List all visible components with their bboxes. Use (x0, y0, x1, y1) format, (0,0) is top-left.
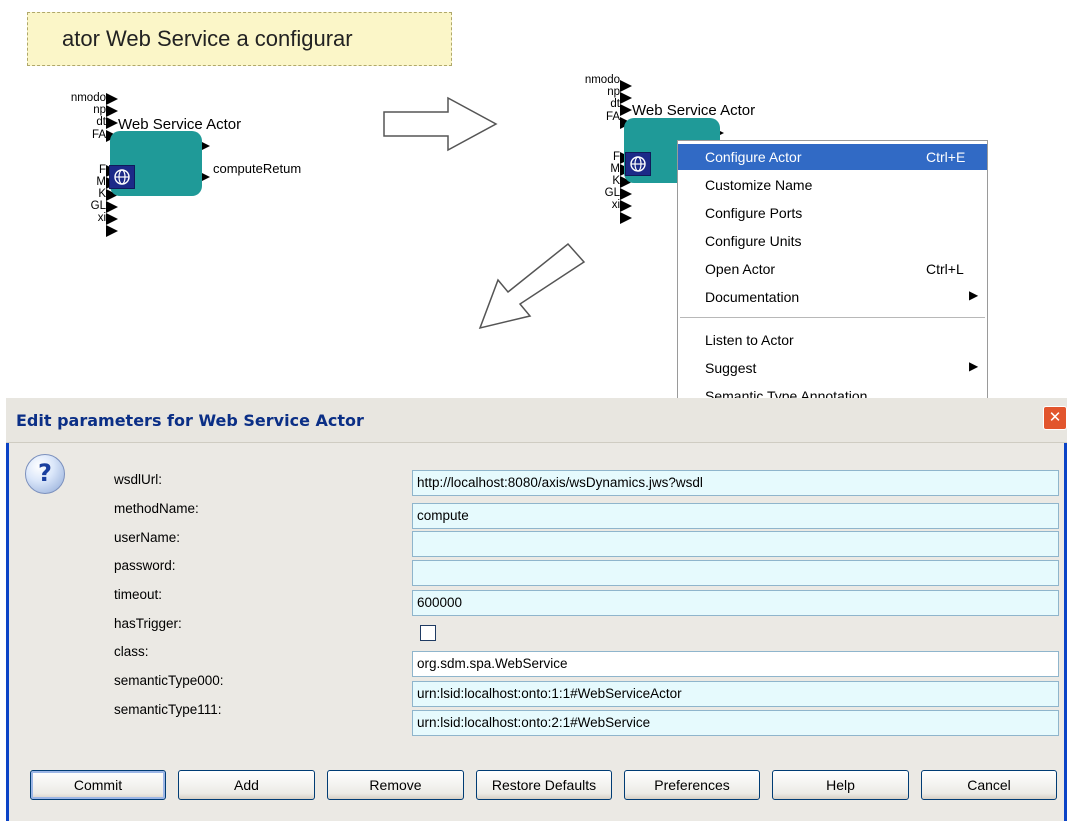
menu-item-configure-ports[interactable]: Configure Ports (678, 200, 987, 226)
semantictype111-field[interactable]: urn:lsid:localhost:onto:2:1#WebService (412, 710, 1059, 736)
actor-right-title: Web Service Actor (632, 102, 756, 119)
restore-defaults-button[interactable]: Restore Defaults (476, 770, 612, 800)
menu-item-shortcut: Ctrl+E (926, 149, 966, 165)
port-label: xi (611, 199, 620, 211)
param-label-hastrigger: hasTrigger: (114, 616, 182, 631)
close-button[interactable]: ✕ (1043, 406, 1067, 430)
port-label: GL (90, 200, 106, 212)
port-label: dt (610, 98, 620, 110)
question-icon: ? (25, 454, 65, 494)
port-label: F (612, 151, 620, 163)
password-field[interactable] (412, 560, 1059, 586)
menu-item-label: Documentation (705, 289, 800, 305)
dialog-title: Edit parameters for Web Service Actor (16, 411, 364, 430)
right-arrow-icon (383, 96, 498, 152)
port-label: F (98, 164, 106, 176)
param-label-wsdlurl: wsdlUrl: (114, 472, 163, 487)
param-label-class: class: (114, 644, 149, 659)
add-button[interactable]: Add (178, 770, 315, 800)
menu-item-label: Customize Name (705, 177, 813, 193)
port-label: np (93, 104, 106, 116)
globe-icon (625, 152, 651, 176)
menu-item-label: Configure Ports (705, 205, 803, 221)
semantictype000-field[interactable]: urn:lsid:localhost:onto:1:1#WebServiceAc… (412, 681, 1059, 707)
menu-item-suggest[interactable]: Suggest ▶ (678, 355, 987, 381)
preferences-button[interactable]: Preferences (624, 770, 760, 800)
menu-item-label: Configure Actor (705, 149, 802, 165)
port-label: nmodo (584, 74, 620, 86)
username-field[interactable] (412, 531, 1059, 557)
param-label-timeout: timeout: (114, 587, 163, 602)
param-label-password: password: (114, 558, 176, 573)
submenu-arrow-icon: ▶ (969, 359, 979, 373)
menu-item-shortcut: Ctrl+L (926, 261, 964, 277)
port-label: np (607, 86, 620, 98)
port-label: M (96, 176, 106, 188)
methodname-field[interactable]: compute (412, 503, 1059, 529)
port-label: M (610, 163, 620, 175)
menu-item-listen-to-actor[interactable]: Listen to Actor (678, 327, 987, 353)
menu-item-configure-actor[interactable]: Configure Actor Ctrl+E (678, 144, 987, 170)
menu-item-documentation[interactable]: Documentation ▶ (678, 284, 987, 310)
dialog-titlebar[interactable]: Edit parameters for Web Service Actor ✕ (6, 398, 1067, 443)
menu-separator (680, 317, 985, 318)
menu-item-open-actor[interactable]: Open Actor Ctrl+L (678, 256, 987, 282)
edit-parameters-dialog: Edit parameters for Web Service Actor ✕ … (6, 398, 1067, 821)
submenu-arrow-icon: ▶ (969, 288, 979, 302)
port-label: FA (605, 111, 620, 123)
menu-item-label: Listen to Actor (705, 332, 794, 348)
port-label: dt (96, 116, 106, 128)
param-label-semantictype000: semanticType000: (114, 673, 224, 688)
actor-left-title: Web Service Actor (118, 116, 242, 133)
port-label: GL (604, 187, 620, 199)
wsdlurl-field[interactable]: http://localhost:8080/axis/wsDynamics.jw… (412, 470, 1059, 496)
globe-icon (109, 165, 135, 189)
port-label: FA (91, 129, 106, 141)
port-label: nmodo (70, 92, 106, 104)
commit-button[interactable]: Commit (30, 770, 166, 800)
param-label-semantictype111: semanticType111: (114, 702, 222, 717)
hastrigger-checkbox[interactable] (420, 625, 436, 641)
port-label: K (98, 188, 106, 200)
actor-left[interactable]: Web Service Actor computeRetum nmodo np … (40, 85, 370, 255)
timeout-field[interactable]: 600000 (412, 590, 1059, 616)
help-button[interactable]: Help (772, 770, 909, 800)
param-label-username: userName: (114, 530, 181, 545)
context-menu: Configure Actor Ctrl+E Customize Name Co… (677, 140, 988, 402)
caption-note: ator Web Service a configurar (27, 12, 452, 66)
menu-item-label: Open Actor (705, 261, 776, 277)
actor-left-ports (106, 93, 210, 237)
menu-item-label: Configure Units (705, 233, 802, 249)
cancel-button[interactable]: Cancel (921, 770, 1057, 800)
menu-item-customize-name[interactable]: Customize Name (678, 172, 987, 198)
output-port-label: computeRetum (213, 161, 302, 176)
menu-item-label: Suggest (705, 360, 757, 376)
param-label-methodname: methodName: (114, 501, 199, 516)
port-label: K (612, 175, 620, 187)
menu-item-configure-units[interactable]: Configure Units (678, 228, 987, 254)
remove-button[interactable]: Remove (327, 770, 464, 800)
port-label: xi (97, 212, 106, 224)
caption-text: ator Web Service a configurar (62, 26, 353, 51)
class-field[interactable]: org.sdm.spa.WebService (412, 651, 1059, 677)
down-left-arrow-icon (478, 242, 586, 330)
